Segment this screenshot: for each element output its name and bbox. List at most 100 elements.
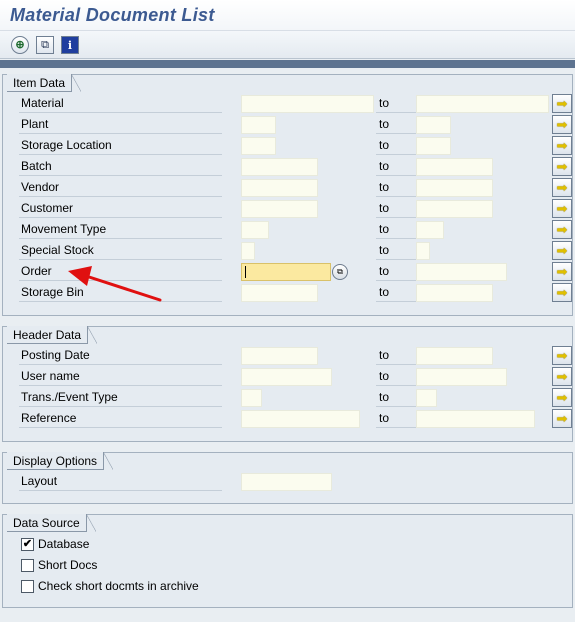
to-label: to (376, 158, 416, 176)
vendor-low-input[interactable] (241, 179, 318, 197)
special-stock-label: Special Stock (19, 242, 222, 260)
multiple-selection-button[interactable]: ➡ (552, 220, 572, 239)
item-data-group: Item Data Material to ➡ Plant to ➡ Stora… (2, 74, 573, 316)
database-checkbox[interactable]: ✔ (21, 538, 34, 551)
arrow-right-icon: ➡ (556, 243, 568, 258)
execute-icon[interactable]: ⊕ (11, 36, 29, 54)
to-label: to (376, 221, 416, 239)
multiple-selection-button[interactable]: ➡ (552, 199, 572, 218)
get-variant-icon[interactable]: ⧉ (36, 36, 54, 54)
row-movement-type: Movement Type to ➡ (3, 220, 574, 241)
movement-type-high-input[interactable] (416, 221, 444, 239)
vendor-label: Vendor (19, 179, 222, 197)
database-label: Database (38, 537, 90, 551)
row-posting-date: Posting Date to ➡ (3, 346, 574, 367)
to-label: to (376, 179, 416, 197)
row-customer: Customer to ➡ (3, 199, 574, 220)
batch-low-input[interactable] (241, 158, 318, 176)
multiple-selection-button[interactable]: ➡ (552, 409, 572, 428)
arrow-right-icon: ➡ (556, 117, 568, 132)
posting-date-low-input[interactable] (241, 347, 318, 365)
arrow-right-icon: ➡ (556, 138, 568, 153)
row-order: Order ⧉ to ➡ (3, 262, 574, 283)
multiple-selection-button[interactable]: ➡ (552, 283, 572, 302)
row-material: Material to ➡ (3, 94, 574, 115)
multiple-selection-button[interactable]: ➡ (552, 241, 572, 260)
storage-bin-low-input[interactable] (241, 284, 318, 302)
arrow-right-icon: ➡ (556, 96, 568, 111)
storage-location-low-input[interactable] (241, 137, 276, 155)
multiple-selection-button[interactable]: ➡ (552, 388, 572, 407)
arrow-right-icon: ➡ (556, 264, 568, 279)
row-trans-event-type: Trans./Event Type to ➡ (3, 388, 574, 409)
row-storage-location: Storage Location to ➡ (3, 136, 574, 157)
row-short-docs: Short Docs (3, 556, 574, 577)
posting-date-label: Posting Date (19, 347, 222, 365)
short-docs-checkbox[interactable] (21, 559, 34, 572)
arrow-right-icon: ➡ (556, 222, 568, 237)
row-storage-bin: Storage Bin to ➡ (3, 283, 574, 304)
layout-label: Layout (19, 473, 222, 491)
storage-bin-label: Storage Bin (19, 284, 222, 302)
to-label: to (376, 368, 416, 386)
to-label: to (376, 95, 416, 113)
material-high-input[interactable] (416, 95, 549, 113)
item-data-title: Item Data (7, 74, 82, 92)
storage-location-label: Storage Location (19, 137, 222, 155)
trans-event-type-label: Trans./Event Type (19, 389, 222, 407)
multiple-selection-button[interactable]: ➡ (552, 136, 572, 155)
user-name-label: User name (19, 368, 222, 386)
archive-label: Check short docmts in archive (38, 579, 199, 593)
trans-event-type-low-input[interactable] (241, 389, 262, 407)
trans-event-type-high-input[interactable] (416, 389, 437, 407)
row-plant: Plant to ➡ (3, 115, 574, 136)
plant-high-input[interactable] (416, 116, 451, 134)
to-label: to (376, 284, 416, 302)
order-high-input[interactable] (416, 263, 507, 281)
customer-high-input[interactable] (416, 200, 493, 218)
to-label: to (376, 116, 416, 134)
multiple-selection-button[interactable]: ➡ (552, 94, 572, 113)
storage-bin-high-input[interactable] (416, 284, 493, 302)
movement-type-low-input[interactable] (241, 221, 269, 239)
to-label: to (376, 410, 416, 428)
info-icon[interactable]: i (61, 36, 79, 54)
arrow-right-icon: ➡ (556, 390, 568, 405)
to-label: to (376, 389, 416, 407)
order-low-input[interactable] (241, 263, 331, 281)
special-stock-high-input[interactable] (416, 242, 430, 260)
batch-high-input[interactable] (416, 158, 493, 176)
plant-low-input[interactable] (241, 116, 276, 134)
application-toolbar: ⊕ ⧉ i (0, 31, 575, 59)
multiple-selection-button[interactable]: ➡ (552, 115, 572, 134)
vendor-high-input[interactable] (416, 179, 493, 197)
user-name-high-input[interactable] (416, 368, 507, 386)
display-options-group: Display Options Layout (2, 452, 573, 504)
customer-low-input[interactable] (241, 200, 318, 218)
special-stock-low-input[interactable] (241, 242, 255, 260)
reference-low-input[interactable] (241, 410, 360, 428)
to-label: to (376, 137, 416, 155)
multiple-selection-button[interactable]: ➡ (552, 346, 572, 365)
multiple-selection-button[interactable]: ➡ (552, 157, 572, 176)
arrow-right-icon: ➡ (556, 285, 568, 300)
plant-label: Plant (19, 116, 222, 134)
search-help-icon[interactable]: ⧉ (332, 264, 348, 280)
layout-input[interactable] (241, 473, 332, 491)
posting-date-high-input[interactable] (416, 347, 493, 365)
multiple-selection-button[interactable]: ➡ (552, 262, 572, 281)
movement-type-label: Movement Type (19, 221, 222, 239)
display-options-title: Display Options (7, 452, 114, 470)
arrow-right-icon: ➡ (556, 180, 568, 195)
storage-location-high-input[interactable] (416, 137, 451, 155)
title-bar: Material Document List (0, 0, 575, 31)
page-title: Material Document List (10, 5, 215, 25)
row-vendor: Vendor to ➡ (3, 178, 574, 199)
user-name-low-input[interactable] (241, 368, 332, 386)
row-batch: Batch to ➡ (3, 157, 574, 178)
material-low-input[interactable] (241, 95, 374, 113)
multiple-selection-button[interactable]: ➡ (552, 178, 572, 197)
multiple-selection-button[interactable]: ➡ (552, 367, 572, 386)
archive-checkbox[interactable] (21, 580, 34, 593)
reference-high-input[interactable] (416, 410, 535, 428)
